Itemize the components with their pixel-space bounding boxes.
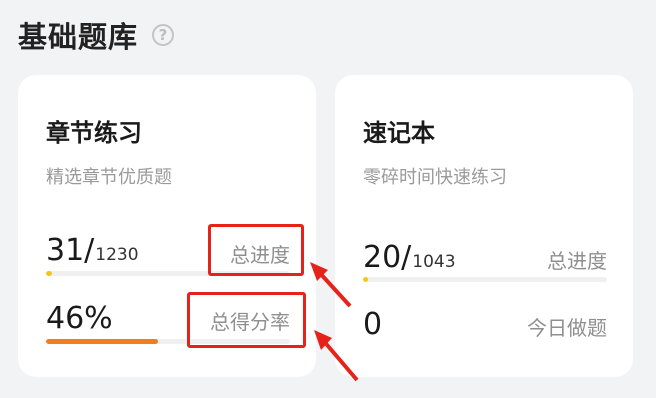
arrowhead-icon bbox=[314, 330, 332, 350]
card-title: 章节练习 bbox=[46, 119, 142, 147]
header: 基础题库 ? bbox=[18, 14, 175, 56]
highlight-box-score-rate bbox=[187, 292, 306, 348]
card-subtitle: 精选章节优质题 bbox=[46, 167, 172, 188]
card-title: 速记本 bbox=[363, 119, 435, 147]
page-title: 基础题库 bbox=[18, 20, 139, 54]
progress-total: 1043 bbox=[412, 252, 456, 272]
progress-bar bbox=[363, 277, 607, 282]
progress-value: 31/1230 bbox=[46, 233, 139, 268]
progress-count: 31/ bbox=[46, 233, 95, 268]
progress-total: 1230 bbox=[95, 245, 139, 265]
quick-notes-card[interactable]: 速记本 零碎时间快速练习 20/1043 总进度 0 今日做题 bbox=[335, 75, 633, 377]
progress-label: 总进度 bbox=[547, 249, 607, 273]
progress-bar-fill bbox=[46, 271, 53, 276]
highlight-box-progress bbox=[208, 224, 304, 276]
today-count-label: 今日做题 bbox=[527, 316, 607, 340]
score-rate-value: 46% bbox=[46, 301, 113, 336]
progress-bar-fill bbox=[363, 277, 368, 282]
progress-value: 20/1043 bbox=[363, 240, 456, 275]
today-count-value: 0 bbox=[363, 307, 383, 342]
card-subtitle: 零碎时间快速练习 bbox=[363, 167, 507, 188]
help-icon[interactable]: ? bbox=[152, 24, 175, 46]
score-rate-bar-fill bbox=[46, 339, 159, 344]
progress-count: 20/ bbox=[363, 240, 412, 275]
